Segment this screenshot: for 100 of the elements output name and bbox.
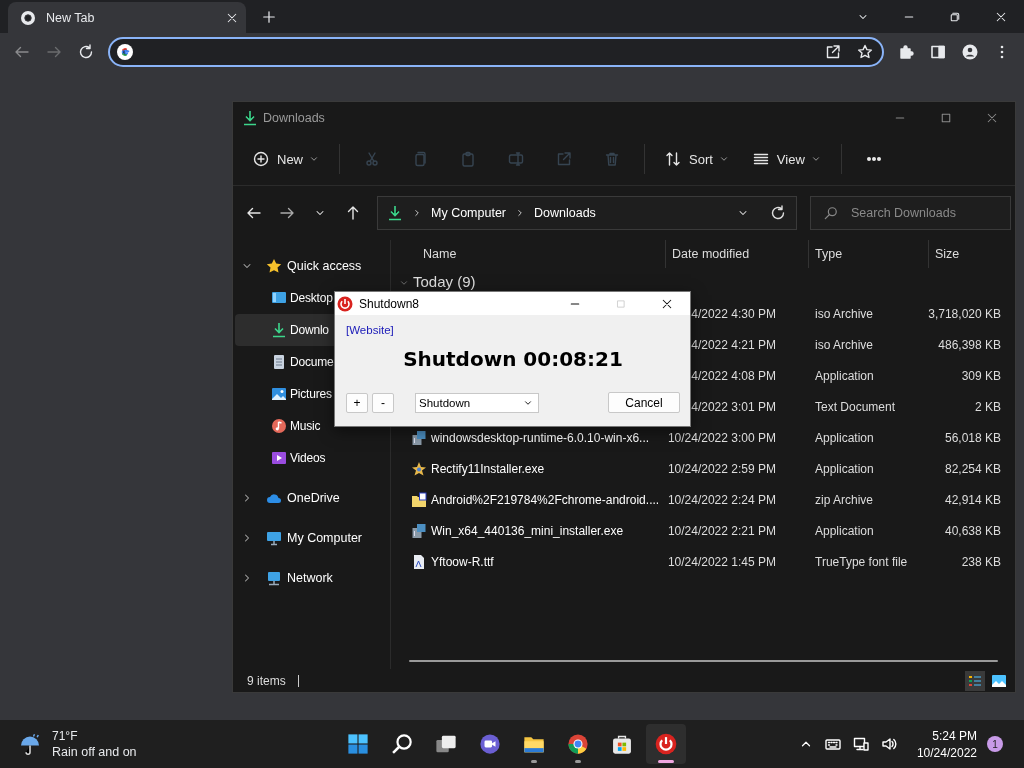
browser-logo-icon (20, 9, 36, 26)
document-icon (271, 354, 287, 370)
size-cell: 3,718,020 KB (928, 306, 1001, 321)
monitor-icon (271, 290, 287, 306)
sidebar-item[interactable]: Music (235, 410, 390, 442)
close-tab-icon[interactable] (226, 11, 238, 24)
file-name[interactable]: windowsdesktop-runtime-6.0.10-win-x6... (431, 430, 650, 445)
date-cell: 4/2022 3:01 PM (691, 399, 776, 414)
keyboard-icon[interactable] (824, 736, 841, 752)
file-name[interactable]: Android%2F219784%2Fchrome-android.... (431, 492, 660, 507)
file-name[interactable]: Yftoow-R.ttf (431, 554, 494, 569)
sidebar-item[interactable]: My Computer (235, 522, 390, 554)
close-icon[interactable] (661, 297, 673, 310)
date-cell: 10/24/2022 2:21 PM (667, 523, 776, 538)
image-icon (271, 386, 287, 402)
new-tab-icon[interactable] (262, 10, 276, 24)
type-cell: Text Document (815, 399, 896, 414)
breadcrumb-item[interactable]: My Computer (431, 206, 507, 220)
network-icon (266, 570, 282, 586)
size-cell: 42,914 KB (944, 492, 1001, 507)
task-view-icon (435, 733, 457, 755)
type-cell: TrueType font file (815, 554, 908, 569)
details-view-icon[interactable] (965, 670, 985, 691)
address-bar[interactable]: My Computer Downloads (377, 196, 797, 230)
up-icon[interactable] (345, 205, 361, 221)
search-icon (391, 733, 413, 755)
sidebar-item[interactable]: Docume (235, 346, 390, 378)
sidebar-item[interactable]: Quick access (235, 250, 390, 282)
sparkle-icon (411, 460, 427, 477)
address-field[interactable] (108, 36, 884, 67)
rain-umbrella-icon[interactable] (18, 732, 42, 756)
video-camera-icon (479, 733, 501, 755)
notification-badge[interactable]: 1 (987, 736, 1003, 752)
zip-folder-icon (411, 491, 427, 508)
caret-icon (810, 154, 821, 164)
reload-icon[interactable] (78, 43, 94, 60)
type-cell: iso Archive (815, 337, 874, 352)
weather-condition[interactable]: Rain off and on (52, 745, 137, 759)
extensions-icon[interactable] (898, 43, 914, 60)
date-cell: 4/2022 4:30 PM (691, 306, 776, 321)
sidebar-item[interactable]: Network (235, 562, 390, 594)
type-cell: zip Archive (815, 492, 874, 507)
clock-date[interactable]: 10/24/2022 (916, 745, 977, 760)
dialog-title: Shutdown8 (359, 296, 420, 311)
search-field[interactable]: Search Downloads (810, 196, 1011, 230)
download-icon (387, 205, 403, 221)
search-icon (824, 206, 838, 220)
monitor-icon (266, 530, 282, 546)
size-cell: 238 KB (961, 554, 1001, 569)
horizontal-scrollbar[interactable] (409, 660, 998, 662)
file-name[interactable]: Rectify11Installer.exe (431, 461, 545, 476)
refresh-icon[interactable] (770, 205, 786, 221)
bookmark-star-icon[interactable] (857, 43, 873, 60)
action-select[interactable]: Shutdown (415, 392, 539, 413)
back-icon[interactable] (246, 205, 262, 221)
clock-time[interactable]: 5:24 PM (932, 728, 977, 743)
chevron-icon (412, 208, 422, 218)
sidebar-item[interactable]: Videos (235, 442, 390, 474)
volume-icon[interactable] (880, 736, 897, 752)
window-title: Downloads (263, 110, 325, 125)
new-button[interactable]: New (245, 142, 327, 176)
date-cell: 10/24/2022 2:59 PM (667, 461, 776, 476)
breadcrumb-item[interactable]: Downloads (534, 206, 596, 220)
sort-button[interactable]: Sort (657, 142, 737, 176)
close-icon[interactable] (995, 10, 1007, 23)
maximize-icon[interactable] (940, 111, 952, 124)
restore-icon[interactable] (949, 10, 961, 23)
date-cell: 10/24/2022 3:00 PM (667, 430, 776, 445)
column-header[interactable]: Type (808, 240, 928, 268)
browser-tab[interactable]: New Tab (8, 2, 246, 33)
step-button[interactable]: - (372, 392, 394, 413)
store-bag-icon (611, 733, 633, 755)
installer-icon (411, 429, 427, 446)
column-header[interactable]: Size (928, 240, 1006, 268)
size-cell: 40,638 KB (944, 523, 1001, 538)
download-icon (271, 322, 287, 338)
power-app-button[interactable] (646, 724, 686, 764)
caret-icon (718, 154, 729, 164)
type-cell: Application (815, 523, 874, 538)
profile-icon[interactable] (962, 43, 978, 60)
network-icon[interactable] (852, 736, 869, 752)
type-cell: Application (815, 430, 874, 445)
column-header[interactable]: Date modified (665, 240, 808, 268)
forward-icon[interactable] (279, 205, 295, 221)
browser-logo-icon (567, 733, 589, 755)
type-cell: Application (815, 368, 874, 383)
view-button[interactable]: View (744, 142, 829, 176)
sidebar-item[interactable]: OneDrive (235, 482, 390, 514)
file-name[interactable]: Win_x64_440136_mini_installer.exe (431, 523, 624, 538)
temperature[interactable]: 71°F (52, 729, 137, 743)
step-button[interactable]: + (346, 392, 368, 413)
star-icon (266, 258, 282, 274)
installer-icon (411, 522, 427, 539)
download-icon (242, 109, 258, 126)
cancel-button[interactable]: Cancel (608, 392, 680, 413)
item-count: 9 items (247, 673, 286, 688)
column-header[interactable]: Name (391, 240, 665, 268)
share-icon[interactable] (825, 43, 841, 60)
side-panel-icon[interactable] (930, 43, 946, 60)
date-cell: 10/24/2022 2:24 PM (667, 492, 776, 507)
